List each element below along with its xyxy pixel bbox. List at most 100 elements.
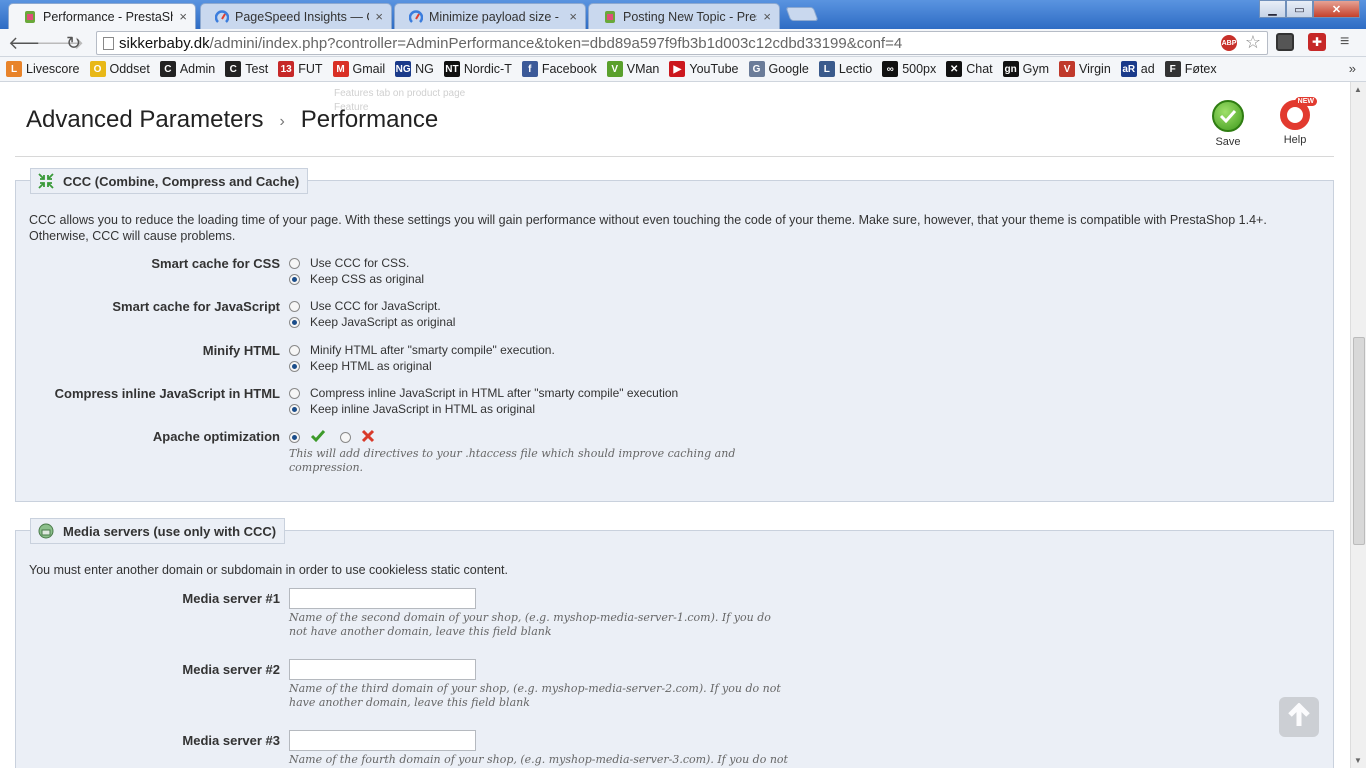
close-icon[interactable]: ×: [375, 9, 383, 24]
bookmark-oddset[interactable]: O Oddset: [89, 61, 150, 77]
option-use-ccc-js[interactable]: Use CCC for JavaScript.: [289, 298, 455, 314]
option-keep-js[interactable]: Keep JavaScript as original: [289, 314, 455, 330]
bookmark-label: Oddset: [109, 62, 150, 76]
bookmark-admin[interactable]: C Admin: [159, 61, 215, 77]
scroll-to-top-button[interactable]: [1279, 697, 1319, 737]
scrollbar-thumb[interactable]: [1353, 337, 1365, 545]
bookmark-ad[interactable]: aR ad: [1120, 61, 1155, 77]
lastpass-extension-icon[interactable]: ✚: [1308, 33, 1326, 51]
radio-apache-no[interactable]: [340, 431, 351, 443]
facebook-icon: f: [521, 61, 538, 77]
bookmark-vman[interactable]: V VMan: [606, 61, 660, 77]
minimize-icon[interactable]: ▁: [1259, 0, 1286, 18]
bookmark-test[interactable]: C Test: [225, 61, 268, 77]
tab-label: Minimize payload size - M: [429, 9, 564, 24]
radio-compress-inline-js[interactable]: [289, 387, 300, 399]
bookmarks-overflow-button[interactable]: »: [1349, 61, 1356, 76]
bookmark-ng[interactable]: NG NG: [395, 61, 434, 77]
breadcrumb: Advanced Parameters › Performance: [26, 106, 438, 134]
tab-minimize-payload[interactable]: Minimize payload size - M ×: [394, 3, 586, 29]
bookmark-label: Gym: [1022, 62, 1050, 76]
adblock-icon[interactable]: ABP: [1221, 35, 1237, 51]
close-icon[interactable]: ×: [179, 9, 187, 24]
save-button[interactable]: Save: [1212, 100, 1244, 148]
bookmark-virgin[interactable]: V Virgin: [1059, 61, 1111, 77]
option-label: Compress inline JavaScript in HTML after…: [310, 386, 679, 400]
bookmark-gmail[interactable]: M Gmail: [332, 61, 385, 77]
screenshot-extension-icon[interactable]: [1276, 33, 1294, 51]
media-server-2-input[interactable]: [289, 659, 476, 680]
bookmark-label: NG: [415, 62, 434, 76]
radio-keep-css[interactable]: [289, 273, 300, 285]
bookmark-f-tex[interactable]: F Føtex: [1164, 61, 1217, 77]
page-title: Performance: [300, 106, 439, 133]
radio-apache-yes[interactable]: [289, 431, 300, 443]
media-description: You must enter another domain or subdoma…: [29, 563, 508, 577]
chat-icon: ✕: [946, 61, 963, 77]
maximize-icon[interactable]: ▭: [1286, 0, 1313, 18]
window-close-icon[interactable]: ✕: [1313, 0, 1360, 18]
title-bar: Performance - PrestaShop × PageSpeed Ins…: [0, 0, 1366, 29]
breadcrumb-parent[interactable]: Advanced Parameters: [26, 106, 263, 134]
close-icon[interactable]: ×: [569, 9, 577, 24]
bookmark-livescore[interactable]: L Livescore: [6, 61, 80, 77]
c-icon: C: [225, 61, 242, 77]
vertical-scrollbar[interactable]: ▲ ▼: [1350, 82, 1366, 768]
bookmark-facebook[interactable]: f Facebook: [521, 61, 597, 77]
field-label: Compress inline JavaScript in HTML: [54, 386, 280, 401]
media-server-3-input[interactable]: [289, 730, 476, 751]
media-servers-fieldset: Media servers (use only with CCC) You mu…: [15, 518, 1334, 768]
option-label: Keep CSS as original: [310, 272, 425, 286]
scroll-up-icon[interactable]: ▲: [1354, 85, 1362, 94]
option-compress-inline-js[interactable]: Compress inline JavaScript in HTML after…: [289, 385, 678, 401]
lectio-icon: L: [818, 61, 835, 77]
server-icon: [37, 522, 55, 540]
bookmark-fut[interactable]: 13 FUT: [278, 61, 323, 77]
bookmark-500px[interactable]: ∞ 500px: [882, 61, 936, 77]
tab-performance[interactable]: Performance - PrestaShop ×: [8, 3, 196, 29]
media-server-3-hint: Name of the fourth domain of your shop, …: [289, 753, 788, 766]
bookmarks-bar: L Livescore O Oddset C Admin C Test 13 FUT M Gmail N…: [0, 57, 1366, 82]
bookmark-label: Facebook: [541, 62, 597, 76]
radio-use-ccc-css[interactable]: [289, 257, 300, 269]
radio-use-ccc-js[interactable]: [289, 300, 300, 312]
bookmark-google[interactable]: G Google: [748, 61, 809, 77]
option-minify-html[interactable]: Minify HTML after "smarty compile" execu…: [289, 342, 555, 358]
field-label: Smart cache for JavaScript: [112, 299, 280, 314]
save-label: Save: [1215, 136, 1241, 148]
help-button[interactable]: NEW Help: [1280, 97, 1317, 146]
bookmark-nordic-t[interactable]: NT Nordic-T: [443, 61, 512, 77]
vman-icon: V: [606, 61, 623, 77]
radio-minify-html[interactable]: [289, 344, 300, 356]
option-keep-html[interactable]: Keep HTML as original: [289, 358, 555, 374]
500px-icon: ∞: [882, 61, 899, 77]
address-bar[interactable]: sikkerbaby.dk/admini/index.php?controlle…: [96, 31, 1268, 55]
option-keep-inline-js[interactable]: Keep inline JavaScript in HTML as origin…: [289, 401, 678, 417]
tab-label: Posting New Topic - Prest: [623, 9, 758, 24]
bookmark-star-icon[interactable]: ☆: [1245, 32, 1261, 53]
close-icon[interactable]: ×: [763, 9, 771, 24]
bookmark-lectio[interactable]: L Lectio: [818, 61, 872, 77]
bookmark-youtube[interactable]: ▶ YouTube: [669, 61, 739, 77]
radio-keep-js[interactable]: [289, 316, 300, 328]
url-path: /admini/index.php?controller=AdminPerfor…: [209, 34, 903, 52]
menu-icon[interactable]: ≡: [1340, 32, 1349, 52]
google-icon: G: [748, 61, 765, 77]
media-server-1-input[interactable]: [289, 588, 476, 609]
scroll-down-icon[interactable]: ▼: [1354, 756, 1362, 765]
bookmark-gym[interactable]: gn Gym: [1002, 61, 1050, 77]
reload-icon[interactable]: ↻: [66, 33, 81, 53]
media-server-1-hint: Name of the second domain of your shop, …: [289, 611, 771, 638]
tab-pagespeed[interactable]: PageSpeed Insights — Goo ×: [200, 3, 392, 29]
field-label: Media server #1: [182, 591, 280, 606]
option-keep-css[interactable]: Keep CSS as original: [289, 271, 424, 287]
url-host: sikkerbaby.dk: [119, 34, 210, 52]
bookmark-chat[interactable]: ✕ Chat: [946, 61, 993, 77]
radio-keep-html[interactable]: [289, 360, 300, 372]
gmail-icon: M: [332, 61, 349, 77]
option-use-ccc-css[interactable]: Use CCC for CSS.: [289, 255, 424, 271]
tab-posting-topic[interactable]: Posting New Topic - Prest ×: [588, 3, 780, 29]
bookmark-label: VMan: [626, 62, 660, 76]
new-tab-button[interactable]: [785, 7, 819, 21]
radio-keep-inline-js[interactable]: [289, 403, 300, 415]
